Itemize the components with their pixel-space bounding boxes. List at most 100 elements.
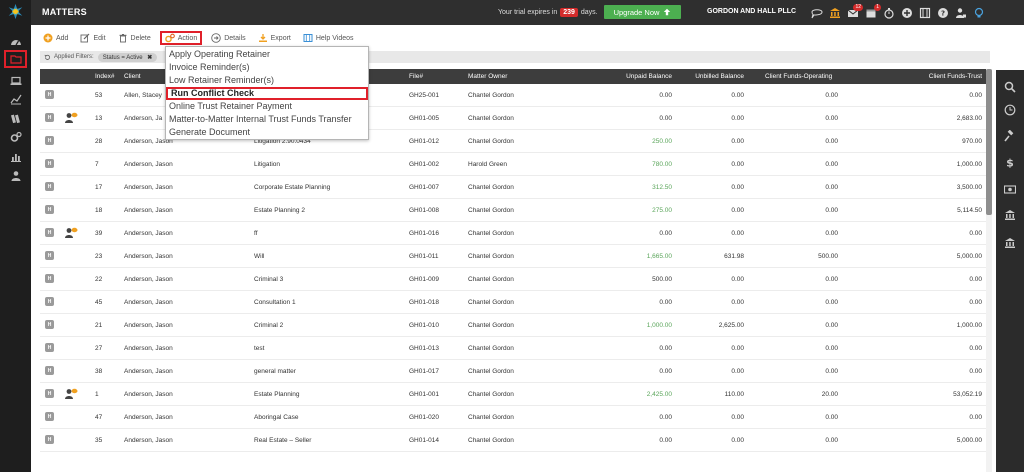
hold-badge[interactable]: H <box>45 343 54 352</box>
cogs-icon <box>164 33 175 43</box>
scrollbar-thumb[interactable] <box>986 69 992 215</box>
export-button[interactable]: Export <box>255 31 294 45</box>
hold-badge[interactable]: H <box>45 274 54 283</box>
col-file[interactable]: File# <box>409 73 423 80</box>
filter-chip-status[interactable]: Status = Active ✖ <box>97 52 158 62</box>
hold-badge[interactable]: H <box>45 251 54 260</box>
table-row[interactable]: H 38 Anderson, Jason general matter GH01… <box>40 360 992 383</box>
table-row[interactable]: H 35 Anderson, Jason Real Estate – Selle… <box>40 429 992 452</box>
add-label: Add <box>56 34 69 42</box>
table-row[interactable]: H 17 Anderson, Jason Corporate Estate Pl… <box>40 176 992 199</box>
sidebar-item-analytics[interactable] <box>4 90 27 108</box>
help-videos-button[interactable]: Help Videos <box>300 31 357 45</box>
menu-item-run-conflict-check[interactable]: Run Conflict Check <box>166 87 368 100</box>
calendar-button[interactable]: 1 <box>862 4 881 21</box>
table-row[interactable]: H 22 Anderson, Jason Criminal 3 GH01-009… <box>40 268 992 291</box>
hold-badge[interactable]: H <box>45 182 54 191</box>
hold-badge[interactable]: H <box>45 90 54 99</box>
hold-badge[interactable]: H <box>45 389 54 398</box>
money-icon <box>1004 185 1016 194</box>
hold-badge[interactable]: H <box>45 297 54 306</box>
menu-item-matter-trust-transfer[interactable]: Matter-to-Matter Internal Trust Funds Tr… <box>166 113 368 126</box>
chat-button[interactable] <box>808 4 826 21</box>
help-button[interactable]: ? <box>934 4 952 21</box>
arrow-circle-right-icon <box>211 33 221 43</box>
sidebar-item-portal[interactable] <box>4 72 27 90</box>
table-row[interactable]: H 1 Anderson, Jason Estate Planning GH01… <box>40 383 992 406</box>
filter-chip-label: Status = Active <box>102 54 143 61</box>
hold-badge[interactable]: H <box>45 412 54 421</box>
rail-search-button[interactable] <box>1003 80 1017 94</box>
reset-filter-icon[interactable] <box>44 54 51 61</box>
col-index[interactable]: Index# <box>95 73 115 80</box>
timer-button[interactable] <box>880 4 898 21</box>
menu-item-apply-operating-retainer[interactable]: Apply Operating Retainer <box>166 48 368 61</box>
cell-operating: 0.00 <box>825 276 838 283</box>
messages-button[interactable]: 12 <box>844 4 863 21</box>
cell-file: GH01-005 <box>409 115 439 122</box>
upgrade-now-button[interactable]: Upgrade Now <box>604 5 681 19</box>
table-row[interactable]: H 7 Anderson, Jason Litigation GH01-002 … <box>40 153 992 176</box>
firm-name: GORDON AND HALL PLLC <box>707 8 797 15</box>
cell-index: 1 <box>95 391 99 398</box>
rail-payments-button[interactable] <box>1003 182 1017 196</box>
sidebar-item-library[interactable] <box>4 110 27 128</box>
col-client[interactable]: Client <box>124 73 141 80</box>
dollar-icon: $ <box>1006 157 1014 169</box>
col-unbilled[interactable]: Unbilled Balance <box>695 73 744 80</box>
hold-badge[interactable]: H <box>45 366 54 375</box>
table-row[interactable]: H 23 Anderson, Jason Will GH01-011 Chant… <box>40 245 992 268</box>
menu-item-invoice-reminders[interactable]: Invoice Reminder(s) <box>166 61 368 74</box>
close-icon[interactable]: ✖ <box>147 55 152 61</box>
menu-item-generate-document[interactable]: Generate Document <box>166 126 368 139</box>
edit-button[interactable]: Edit <box>77 31 108 45</box>
rail-time-button[interactable] <box>1003 103 1017 117</box>
user-menu-button[interactable] <box>952 4 970 21</box>
table-scrollbar[interactable] <box>986 69 992 472</box>
tips-button[interactable] <box>970 4 988 21</box>
table-row[interactable]: H 21 Anderson, Jason Criminal 2 GH01-010… <box>40 314 992 337</box>
col-owner[interactable]: Matter Owner <box>468 73 507 80</box>
hold-badge[interactable]: H <box>45 136 54 145</box>
add-matter-button[interactable]: Add <box>40 31 71 45</box>
rail-court-button[interactable] <box>1003 129 1017 143</box>
bank-button[interactable] <box>826 4 844 21</box>
cell-owner: Chantel Gordon <box>468 92 514 99</box>
sidebar-item-dashboard[interactable] <box>4 33 27 51</box>
logo-icon[interactable] <box>7 3 24 20</box>
table-row[interactable]: H 47 Anderson, Jason Aboringal Case GH01… <box>40 406 992 429</box>
table-row[interactable]: H 18 Anderson, Jason Estate Planning 2 G… <box>40 199 992 222</box>
hold-badge[interactable]: H <box>45 435 54 444</box>
help-videos-label: Help Videos <box>315 34 354 42</box>
add-button[interactable] <box>898 4 916 21</box>
cell-operating: 0.00 <box>825 368 838 375</box>
menu-item-low-retainer-reminders[interactable]: Low Retainer Reminder(s) <box>166 74 368 87</box>
rail-trust-button[interactable] <box>1003 208 1017 222</box>
cell-trust: 5,000.00 <box>956 437 982 444</box>
details-button[interactable]: Details <box>208 31 248 45</box>
sidebar-item-reports[interactable] <box>4 148 27 166</box>
rail-billing-button[interactable]: $ <box>1003 155 1017 169</box>
sidebar-item-matters[interactable] <box>4 50 27 68</box>
col-trust[interactable]: Client Funds-Trust <box>929 73 982 80</box>
col-operating[interactable]: Client Funds-Operating <box>765 73 832 80</box>
rail-transfer-button[interactable] <box>1003 236 1017 250</box>
video-button[interactable] <box>916 4 934 21</box>
hold-badge[interactable]: H <box>45 320 54 329</box>
cell-matter: Estate Planning 2 <box>254 207 305 214</box>
cell-client: Anderson, Jason <box>124 299 173 306</box>
hold-badge[interactable]: H <box>45 159 54 168</box>
hold-badge[interactable]: H <box>45 228 54 237</box>
delete-button[interactable]: Delete <box>115 31 154 45</box>
hold-badge[interactable]: H <box>45 205 54 214</box>
menu-item-online-trust-retainer-payment[interactable]: Online Trust Retainer Payment <box>166 100 368 113</box>
hold-badge[interactable]: H <box>45 113 54 122</box>
col-unpaid[interactable]: Unpaid Balance <box>626 73 672 80</box>
table-row[interactable]: H 39 Anderson, Jason ff GH01-016 Chantel… <box>40 222 992 245</box>
sidebar-item-settings[interactable] <box>4 128 27 146</box>
table-row[interactable]: H 45 Anderson, Jason Consultation 1 GH01… <box>40 291 992 314</box>
table-row[interactable]: H 27 Anderson, Jason test GH01-013 Chant… <box>40 337 992 360</box>
sidebar-item-users[interactable] <box>4 167 27 185</box>
cell-trust: 0.00 <box>969 276 982 283</box>
action-button[interactable]: Action <box>159 31 203 45</box>
